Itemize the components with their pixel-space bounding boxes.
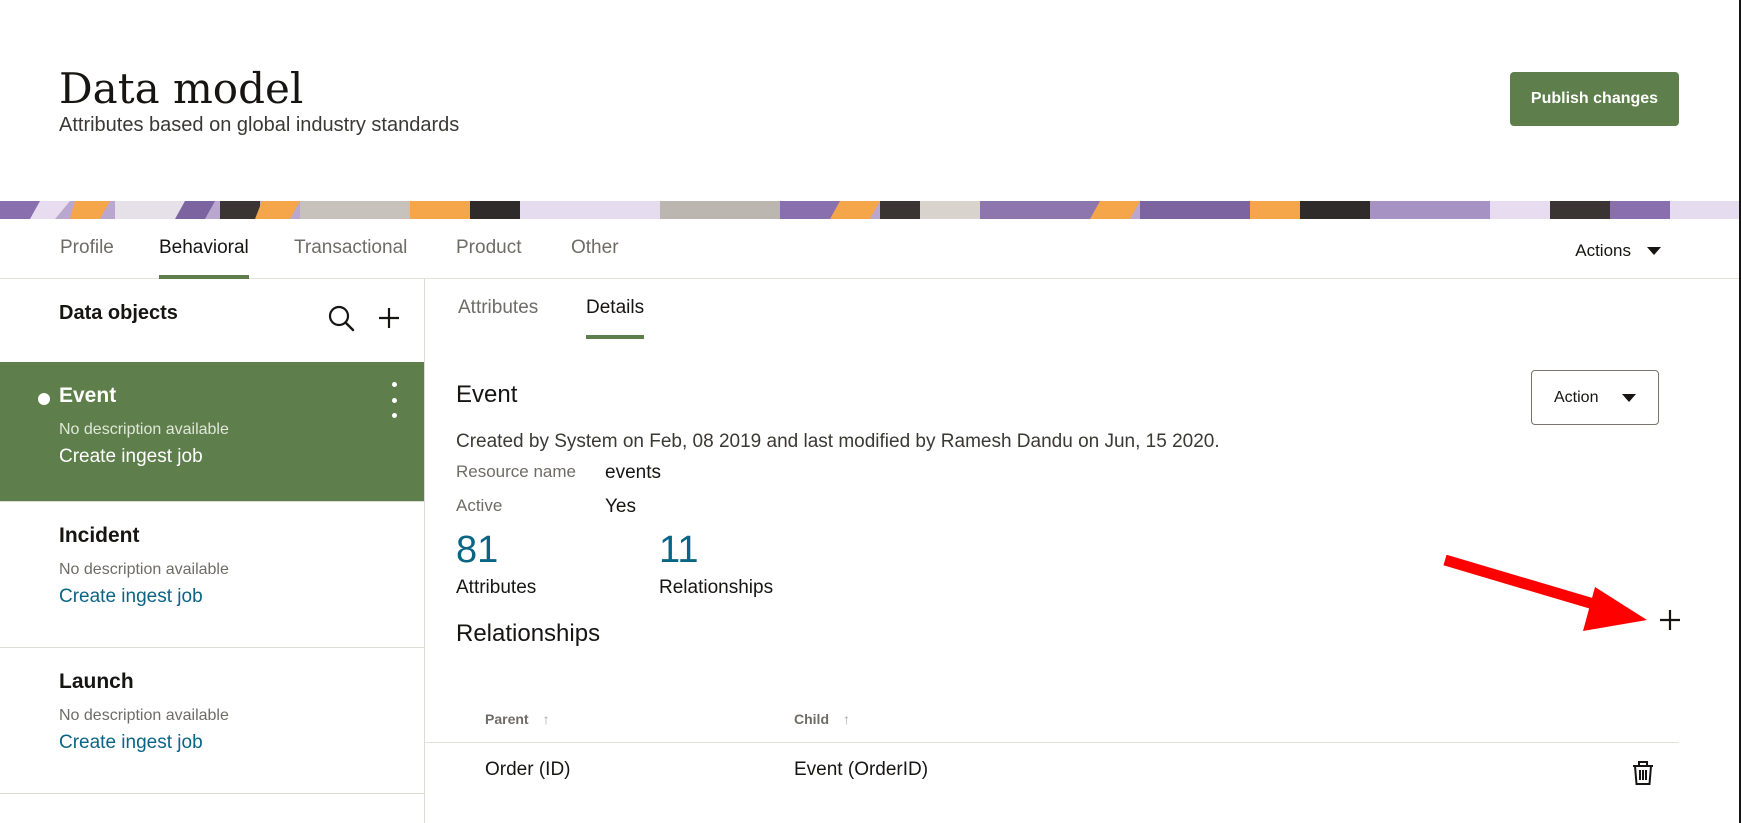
relationships-title: Relationships: [456, 620, 601, 647]
attributes-count-label: Attributes: [456, 577, 537, 598]
sidebar-header: Data objects: [0, 279, 424, 362]
tab-transactional[interactable]: Transactional: [294, 237, 407, 279]
data-object-description: No description available: [59, 707, 229, 724]
table-row: Order (ID) Event (OrderID): [425, 743, 1679, 803]
relationships-count[interactable]: 11: [659, 529, 698, 572]
add-relationship-plus-icon[interactable]: [1654, 604, 1686, 636]
object-title: Event: [456, 381, 518, 408]
trash-icon[interactable]: [1629, 759, 1657, 787]
tab-other[interactable]: Other: [571, 237, 619, 279]
tab-product[interactable]: Product: [456, 237, 521, 279]
annotation-arrow-icon: [1443, 554, 1647, 631]
data-object-name: Incident: [59, 524, 140, 547]
plus-icon[interactable]: [372, 301, 406, 335]
relationships-count-label: Relationships: [659, 577, 774, 598]
data-object-description: No description available: [59, 561, 229, 578]
page-subtitle: Attributes based on global industry stan…: [59, 114, 460, 136]
action-button-label: Action: [1554, 388, 1599, 406]
actions-menu[interactable]: Actions: [1575, 241, 1661, 261]
search-icon[interactable]: [324, 301, 358, 335]
created-modified-info: Created by System on Feb, 08 2019 and la…: [456, 431, 1220, 452]
data-objects-sidebar: Data objects Event No description availa…: [0, 279, 425, 823]
column-header-parent[interactable]: Parent ↑: [485, 711, 550, 727]
sidebar-title: Data objects: [59, 302, 178, 324]
attributes-count[interactable]: 81: [456, 529, 498, 572]
publish-changes-button[interactable]: Publish changes: [1510, 72, 1679, 126]
more-options-icon[interactable]: [386, 382, 402, 418]
active-value: Yes: [605, 496, 636, 517]
selected-dot-icon: [38, 393, 50, 405]
relationships-table-header: Parent ↑ Child ↑: [425, 703, 1679, 743]
page-header: Data model Attributes based on global in…: [0, 0, 1741, 201]
resource-name-value: events: [605, 462, 661, 483]
caret-down-icon: [1647, 247, 1661, 255]
list-item-incident[interactable]: Incident No description available Create…: [0, 502, 424, 648]
column-header-label: Parent: [485, 711, 529, 727]
parent-cell: Order (ID): [485, 759, 571, 780]
column-header-label: Child: [794, 711, 829, 727]
create-ingest-job-link[interactable]: Create ingest job: [59, 732, 203, 754]
category-tabs: Profile Behavioral Transactional Product…: [0, 219, 1741, 279]
active-label: Active: [456, 496, 503, 515]
list-item-event[interactable]: Event No description available Create in…: [0, 362, 424, 502]
banner-pattern: [0, 201, 1741, 219]
create-ingest-job-link[interactable]: Create ingest job: [59, 446, 203, 468]
subtab-details[interactable]: Details: [586, 297, 645, 339]
data-object-description: No description available: [59, 421, 229, 438]
tab-profile[interactable]: Profile: [60, 237, 114, 279]
list-item-launch[interactable]: Launch No description available Create i…: [0, 648, 424, 794]
details-panel: Attributes Details Event Action Created …: [425, 279, 1741, 823]
data-object-name: Event: [59, 384, 117, 407]
subtab-attributes[interactable]: Attributes: [458, 297, 538, 339]
caret-down-icon: [1622, 393, 1636, 402]
action-dropdown-button[interactable]: Action: [1531, 370, 1659, 425]
data-object-name: Launch: [59, 670, 134, 693]
sort-ascending-icon[interactable]: ↑: [543, 711, 550, 727]
resource-name-label: Resource name: [456, 462, 577, 481]
page-title: Data model: [59, 64, 304, 113]
column-header-child[interactable]: Child ↑: [794, 711, 850, 727]
tab-behavioral[interactable]: Behavioral: [159, 237, 249, 279]
create-ingest-job-link[interactable]: Create ingest job: [59, 586, 203, 608]
actions-menu-label: Actions: [1575, 241, 1631, 260]
child-cell: Event (OrderID): [794, 759, 929, 780]
sort-ascending-icon[interactable]: ↑: [843, 711, 850, 727]
decorative-banner: [0, 201, 1741, 219]
